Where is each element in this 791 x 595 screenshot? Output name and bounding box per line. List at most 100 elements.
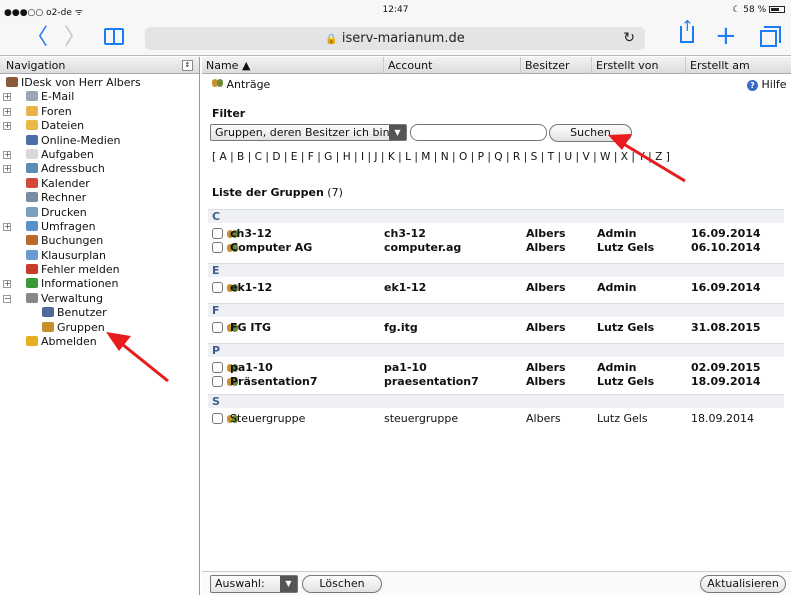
- sidebar-item-label: Foren: [41, 104, 72, 118]
- requests-link[interactable]: Anträge: [212, 78, 270, 91]
- back-button[interactable]: 〈: [26, 27, 48, 49]
- cell-account: fg.itg: [384, 321, 418, 334]
- col-created-by[interactable]: Erstellt von: [591, 57, 685, 74]
- cell-owner: Albers: [526, 321, 566, 334]
- column-header: Name ▲ Account Besitzer Erstellt von Ers…: [202, 57, 791, 74]
- sidebar-item[interactable]: Online-Medien: [0, 134, 199, 148]
- col-created-at[interactable]: Erstellt am: [685, 57, 791, 74]
- table-row[interactable]: Präsentation7 praesentation7 Albers Lutz Ge…: [208, 375, 784, 389]
- sidebar-item[interactable]: Drucken: [0, 206, 199, 220]
- sidebar-item[interactable]: + E-Mail: [0, 90, 199, 104]
- table-row[interactable]: Steuergruppe steuergruppe Albers Lutz Gels 1…: [208, 412, 784, 426]
- address-bar[interactable]: 🔒 iserv-marianum.de ↻: [145, 27, 645, 50]
- sidebar-item[interactable]: Buchungen: [0, 234, 199, 248]
- filter-search-input[interactable]: [410, 124, 547, 141]
- cell-name[interactable]: ek1-12: [230, 281, 272, 295]
- delete-button[interactable]: Löschen: [302, 575, 382, 593]
- sidebar-item[interactable]: + Umfragen: [0, 220, 199, 234]
- filter-title: Filter: [212, 107, 246, 120]
- sidebar-item-label: Klausurplan: [41, 248, 106, 262]
- sidebar-item[interactable]: − Verwaltung: [0, 292, 199, 306]
- expand-icon[interactable]: +: [3, 150, 11, 159]
- refresh-button[interactable]: Aktualisieren: [700, 575, 786, 593]
- collapse-icon[interactable]: −: [3, 294, 11, 303]
- col-account[interactable]: Account: [383, 57, 520, 74]
- sidebar-item[interactable]: Klausurplan: [0, 249, 199, 263]
- table-row[interactable]: FG ITG fg.itg Albers Lutz Gels 31.08.2015: [208, 321, 784, 335]
- help-icon: ?: [747, 80, 758, 91]
- row-checkbox[interactable]: [212, 322, 223, 333]
- section-header: P: [208, 343, 784, 357]
- sidebar-item[interactable]: Fehler melden: [0, 263, 199, 277]
- cell-account: ek1-12: [384, 281, 427, 294]
- browser-toolbar: 〈 〉 🔒 iserv-marianum.de ↻ +: [0, 17, 791, 56]
- cell-created-by: Admin: [597, 281, 637, 294]
- sidebar-item-icon: [42, 307, 54, 318]
- sidebar-item[interactable]: IDesk von Herr Albers: [0, 76, 199, 90]
- row-checkbox[interactable]: [212, 376, 223, 387]
- sidebar-item[interactable]: Kalender: [0, 177, 199, 191]
- new-tab-button[interactable]: +: [715, 23, 737, 49]
- sidebar-item-icon: [26, 220, 38, 231]
- cell-owner: Albers: [526, 361, 566, 374]
- cell-name[interactable]: FG ITG: [230, 321, 271, 335]
- sidebar-item-icon: [6, 77, 18, 87]
- sidebar-item[interactable]: Benutzer: [0, 306, 199, 320]
- sidebar-item-label: Gruppen: [57, 320, 105, 334]
- cell-name[interactable]: Präsentation7: [230, 375, 318, 389]
- sidebar-toggle-icon[interactable]: ⇕: [182, 60, 193, 71]
- alphabet-filter[interactable]: [ A | B | C | D | E | F | G | H | I | J …: [212, 151, 670, 163]
- cell-account: praesentation7: [384, 375, 479, 388]
- cell-name[interactable]: ch3-12: [230, 227, 272, 241]
- share-icon[interactable]: [680, 17, 694, 43]
- table-row[interactable]: ch3-12 ch3-12 Albers Admin 16.09.2014: [208, 227, 784, 241]
- sidebar-item[interactable]: + Adressbuch: [0, 162, 199, 176]
- section-header: C: [208, 209, 784, 223]
- group-icon: [212, 78, 223, 88]
- main-panel: Name ▲ Account Besitzer Erstellt von Ers…: [202, 57, 791, 595]
- sidebar-item[interactable]: Abmelden: [0, 335, 199, 349]
- row-checkbox[interactable]: [212, 242, 223, 253]
- row-checkbox[interactable]: [212, 413, 223, 424]
- selection-select[interactable]: Auswahl: ▼: [210, 575, 298, 593]
- sidebar-item[interactable]: + Aufgaben: [0, 148, 199, 162]
- cell-name[interactable]: Steuergruppe: [230, 412, 305, 426]
- row-checkbox[interactable]: [212, 362, 223, 373]
- tabs-icon[interactable]: [760, 26, 781, 47]
- sidebar-item[interactable]: Rechner: [0, 191, 199, 205]
- sidebar-item-label: Aufgaben: [41, 147, 94, 161]
- expand-icon[interactable]: +: [3, 165, 11, 174]
- bookmarks-icon[interactable]: [104, 28, 124, 45]
- forward-button[interactable]: 〉: [64, 27, 86, 49]
- cell-created-by: Lutz Gels: [597, 375, 655, 388]
- expand-icon[interactable]: +: [3, 222, 11, 231]
- expand-icon[interactable]: +: [3, 122, 11, 131]
- sidebar-item[interactable]: + Informationen: [0, 277, 199, 291]
- table-row[interactable]: ek1-12 ek1-12 Albers Admin 16.09.2014: [208, 281, 784, 295]
- reload-icon[interactable]: ↻: [623, 27, 635, 50]
- bottom-toolbar: Auswahl: ▼ Löschen Aktualisieren: [202, 571, 791, 595]
- cell-name[interactable]: Computer AG: [230, 241, 312, 255]
- cell-created-at: 18.09.2014: [691, 375, 761, 388]
- expand-icon[interactable]: +: [3, 280, 11, 289]
- row-checkbox[interactable]: [212, 228, 223, 239]
- sidebar-item[interactable]: Gruppen: [0, 321, 199, 335]
- filter-select[interactable]: Gruppen, deren Besitzer ich bin ▼: [210, 124, 407, 141]
- sidebar-item[interactable]: + Dateien: [0, 119, 199, 133]
- help-link[interactable]: ? Hilfe: [747, 78, 787, 91]
- col-name[interactable]: Name ▲: [202, 57, 383, 74]
- col-owner[interactable]: Besitzer: [520, 57, 591, 74]
- cell-created-at: 16.09.2014: [691, 227, 761, 240]
- row-checkbox[interactable]: [212, 282, 223, 293]
- table-row[interactable]: Computer AG computer.ag Albers Lutz Gels 06.…: [208, 241, 784, 255]
- table-row[interactable]: pa1-10 pa1-10 Albers Admin 02.09.2015: [208, 361, 784, 375]
- expand-icon[interactable]: +: [3, 93, 11, 102]
- cell-name[interactable]: pa1-10: [230, 361, 273, 375]
- cell-created-at: 16.09.2014: [691, 281, 761, 294]
- sidebar-item[interactable]: + Foren: [0, 105, 199, 119]
- battery-indicator: ☾ 58 %: [732, 5, 785, 15]
- search-button[interactable]: Suchen: [549, 124, 632, 142]
- lock-icon: 🔒: [325, 34, 338, 45]
- expand-icon[interactable]: +: [3, 107, 11, 116]
- list-title: Liste der Gruppen: [212, 186, 324, 199]
